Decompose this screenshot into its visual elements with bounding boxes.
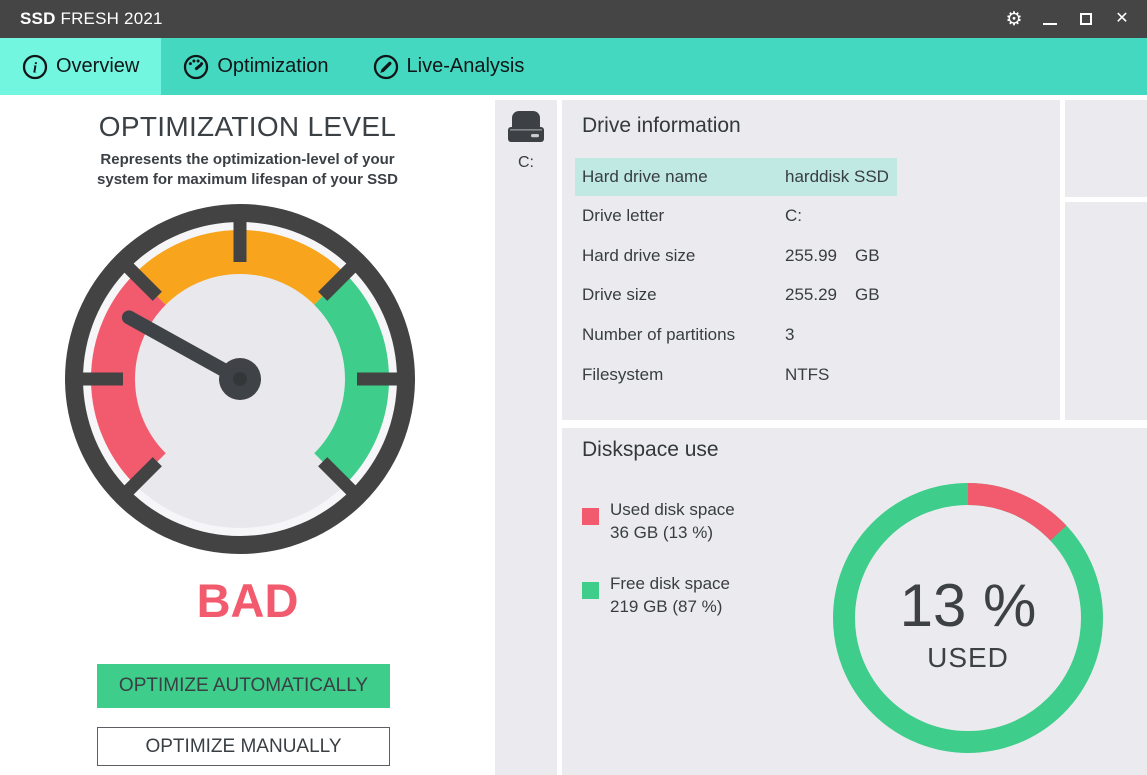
table-row[interactable]: Number of partitions 3 xyxy=(562,316,1060,354)
table-row[interactable]: Drive size 255.29 GB xyxy=(562,276,1060,314)
app-title: SSD FRESH 2021 xyxy=(20,9,163,29)
tab-bar: i Overview Optimization Live-Analysis xyxy=(0,38,1147,95)
optimization-panel: OPTIMIZATION LEVEL Represents the optimi… xyxy=(0,95,495,775)
drive-info-extra-column xyxy=(1065,100,1147,197)
optimization-level-subtitle: Represents the optimization-level of you… xyxy=(0,150,495,190)
table-row[interactable]: Drive letter C: xyxy=(562,197,1060,235)
app-title-bold: SSD xyxy=(20,9,56,28)
close-icon: ✕ xyxy=(1115,11,1128,27)
pencil-icon xyxy=(373,54,399,80)
free-space-legend: Free disk space 219 GB (87 %) xyxy=(610,572,730,618)
hard-drive-icon xyxy=(508,110,544,146)
table-row[interactable]: Hard drive name harddisk SSD xyxy=(562,158,1060,196)
window-controls: ⚙ ✕ xyxy=(1001,0,1135,38)
optimization-gauge xyxy=(65,204,415,554)
drive-information-heading: Drive information xyxy=(582,114,741,138)
minimize-button[interactable] xyxy=(1037,0,1063,38)
drive-info-extra-column xyxy=(1065,202,1147,420)
optimize-automatically-button[interactable]: OPTIMIZE AUTOMATICALLY xyxy=(97,664,390,708)
optimize-manually-button[interactable]: OPTIMIZE MANUALLY xyxy=(97,727,390,766)
svg-text:i: i xyxy=(33,60,38,76)
drive-item-c[interactable]: C: xyxy=(495,100,557,172)
drive-letter-label: C: xyxy=(495,154,557,172)
optimization-status-label: BAD xyxy=(0,573,495,628)
speedometer-icon xyxy=(183,54,209,80)
free-space-legend-swatch xyxy=(582,582,599,599)
table-row[interactable]: Filesystem NTFS xyxy=(562,356,1060,394)
tab-overview[interactable]: i Overview xyxy=(0,38,161,95)
minimize-icon xyxy=(1043,23,1057,25)
tab-overview-label: Overview xyxy=(56,55,139,78)
maximize-icon xyxy=(1080,13,1092,25)
table-row[interactable]: Hard drive size 255.99 GB xyxy=(562,237,1060,275)
close-button[interactable]: ✕ xyxy=(1109,0,1135,38)
used-space-legend-swatch xyxy=(582,508,599,525)
drive-selector-strip: C: xyxy=(495,100,557,775)
tab-live-analysis[interactable]: Live-Analysis xyxy=(351,38,547,95)
tab-optimization-label: Optimization xyxy=(217,55,328,78)
titlebar: SSD FRESH 2021 ⚙ ✕ xyxy=(0,0,1147,38)
used-percent-value: 13 % xyxy=(900,571,1037,640)
tab-live-analysis-label: Live-Analysis xyxy=(407,55,525,78)
diskspace-panel: Diskspace use Used disk space 36 GB (13 … xyxy=(562,428,1147,775)
tab-optimization[interactable]: Optimization xyxy=(161,38,350,95)
donut-center-label: 13 % USED xyxy=(828,478,1108,758)
used-percent-caption: USED xyxy=(927,642,1009,674)
maximize-button[interactable] xyxy=(1073,0,1099,38)
diskspace-heading: Diskspace use xyxy=(582,438,719,462)
app-title-rest: FRESH 2021 xyxy=(61,9,163,28)
used-space-legend: Used disk space 36 GB (13 %) xyxy=(610,498,735,544)
info-icon: i xyxy=(22,54,48,80)
settings-gear-icon[interactable]: ⚙ xyxy=(1001,0,1027,38)
optimization-level-heading: OPTIMIZATION LEVEL xyxy=(0,111,495,143)
drive-information-panel: Drive information Hard drive name harddi… xyxy=(562,100,1060,420)
